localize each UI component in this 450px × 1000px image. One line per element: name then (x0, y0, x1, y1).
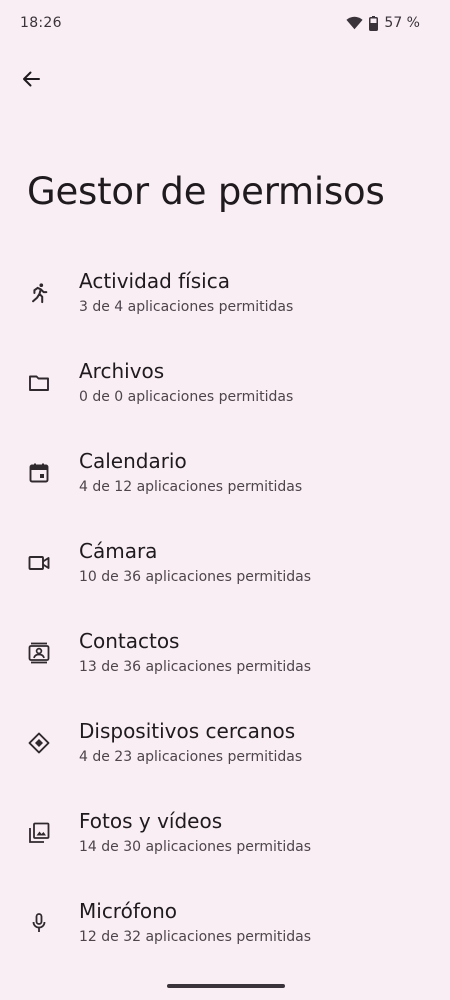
permission-label: Calendario (79, 449, 187, 473)
permission-summary: 12 de 32 aplicaciones permitidas (79, 929, 312, 945)
permission-label: Fotos y vídeos (79, 809, 223, 833)
permission-label: Dispositivos cercanos (79, 719, 296, 743)
permission-label: Cámara (79, 539, 158, 563)
permission-summary: 3 de 4 aplicaciones permitidas (79, 299, 294, 315)
calendar-icon (26, 460, 52, 486)
contact-card-icon (26, 640, 52, 666)
permission-label: Actividad física (79, 269, 230, 293)
wifi-icon (346, 16, 363, 30)
folder-icon (26, 370, 52, 396)
permission-item-actividad-fisica[interactable]: Actividad física 3 de 4 aplicaciones per… (0, 250, 450, 340)
gesture-navigation-handle[interactable] (167, 984, 285, 988)
permission-summary: 13 de 36 aplicaciones permitidas (79, 659, 312, 675)
permission-summary: 10 de 36 aplicaciones permitidas (79, 569, 312, 585)
permission-item-archivos[interactable]: Archivos 0 de 0 aplicaciones permitidas (0, 340, 450, 430)
permission-item-dispositivos-cercanos[interactable]: Dispositivos cercanos 4 de 23 aplicacion… (0, 700, 450, 790)
permission-label: Contactos (79, 629, 180, 653)
running-person-icon (26, 280, 52, 306)
permission-item-microfono[interactable]: Micrófono 12 de 32 aplicaciones permitid… (0, 880, 450, 970)
permission-item-camara[interactable]: Cámara 10 de 36 aplicaciones permitidas (0, 520, 450, 610)
photo-library-icon (26, 820, 52, 846)
permission-label: Archivos (79, 359, 165, 383)
video-camera-icon (26, 550, 52, 576)
permission-summary: 0 de 0 aplicaciones permitidas (79, 389, 294, 405)
battery-percent: 57 % (384, 15, 420, 31)
nearby-devices-icon (26, 730, 52, 756)
permission-summary: 4 de 23 aplicaciones permitidas (79, 749, 303, 765)
permission-list: Actividad física 3 de 4 aplicaciones per… (0, 250, 450, 970)
permission-item-contactos[interactable]: Contactos 13 de 36 aplicaciones permitid… (0, 610, 450, 700)
permission-item-fotos-y-videos[interactable]: Fotos y vídeos 14 de 30 aplicaciones per… (0, 790, 450, 880)
page-title: Gestor de permisos (27, 170, 385, 213)
status-time: 18:26 (20, 15, 62, 31)
status-icons: 57 % (346, 15, 420, 31)
permission-label: Micrófono (79, 899, 178, 923)
permission-summary: 4 de 12 aplicaciones permitidas (79, 479, 303, 495)
status-bar: 18:26 57 % (0, 0, 450, 48)
permission-item-calendario[interactable]: Calendario 4 de 12 aplicaciones permitid… (0, 430, 450, 520)
arrow-back-icon (21, 69, 41, 93)
permission-summary: 14 de 30 aplicaciones permitidas (79, 839, 312, 855)
back-button[interactable] (14, 64, 48, 98)
battery-icon (369, 15, 379, 31)
microphone-icon (26, 910, 52, 936)
